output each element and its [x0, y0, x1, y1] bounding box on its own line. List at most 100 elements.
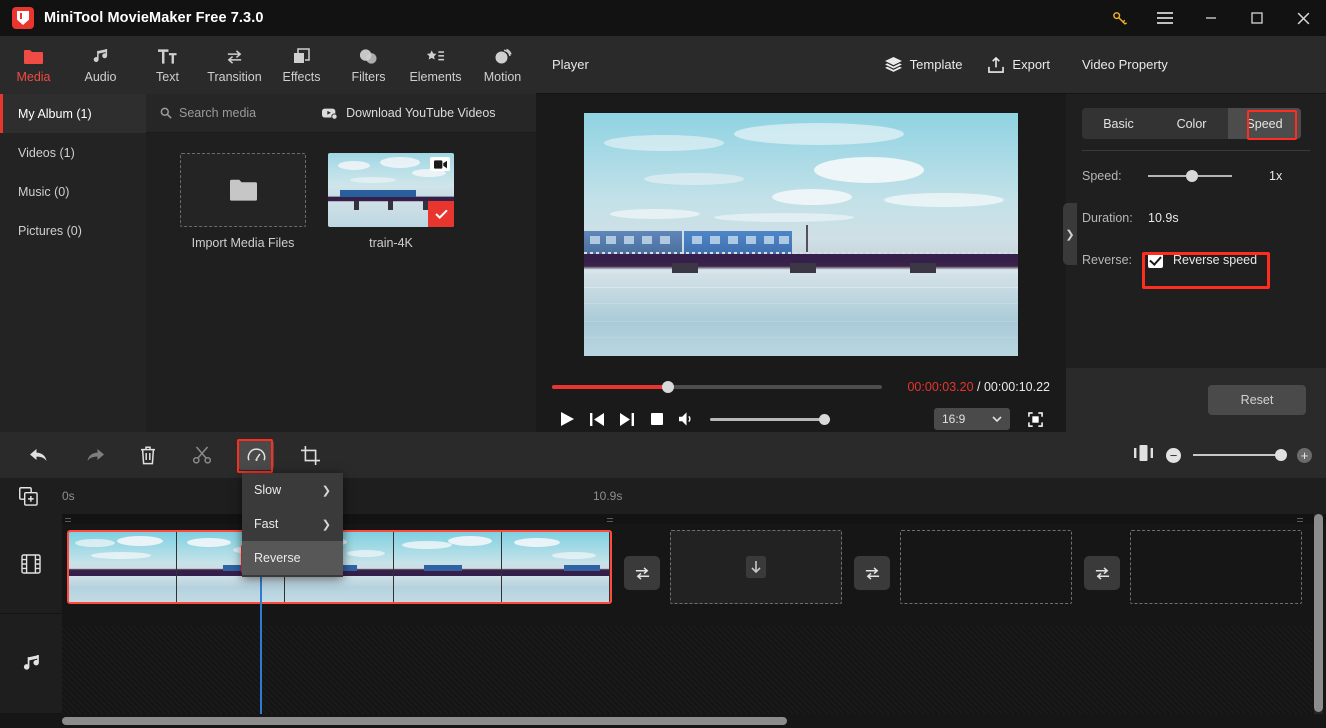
speed-slider[interactable] — [1148, 170, 1232, 182]
delete-button[interactable] — [130, 440, 166, 470]
clip-frame — [69, 532, 178, 602]
tab-transition[interactable]: Transition — [201, 36, 268, 94]
bridge-deck-shape — [584, 251, 1018, 263]
fit-timeline-button[interactable] — [1134, 444, 1154, 466]
vertical-scroll-thumb[interactable] — [1314, 514, 1323, 712]
audio-track-header[interactable] — [0, 614, 62, 714]
media-placeholder-slot[interactable] — [900, 530, 1072, 604]
fullscreen-icon — [1027, 411, 1043, 427]
next-frame-button[interactable] — [612, 406, 642, 432]
download-youtube-button[interactable]: Download YouTube Videos — [322, 106, 496, 120]
redo-button[interactable] — [76, 440, 112, 470]
export-button[interactable]: Export — [988, 56, 1050, 73]
duration-value: 10.9s — [1148, 211, 1179, 225]
minimize-button[interactable] — [1188, 0, 1234, 36]
player-stage — [536, 94, 1066, 374]
speed-knob[interactable] — [1186, 170, 1198, 182]
speed-row: Speed: 1x — [1082, 159, 1310, 193]
cloud-shape — [338, 161, 370, 170]
zoom-knob[interactable] — [1275, 449, 1287, 461]
sidebar-item-my-album[interactable]: My Album (1) — [0, 94, 146, 133]
undo-button[interactable] — [22, 440, 58, 470]
tab-effects[interactable]: Effects — [268, 36, 335, 94]
water-shape — [584, 272, 1018, 356]
timeline-zoom-slider[interactable] — [1193, 449, 1287, 461]
fullscreen-button[interactable] — [1020, 406, 1050, 432]
transition-slot-button[interactable] — [624, 556, 660, 590]
play-button[interactable] — [552, 406, 582, 432]
tab-motion-label: Motion — [483, 69, 522, 84]
motion-sphere-icon — [494, 47, 512, 67]
timeline-vertical-scrollbar[interactable] — [1314, 514, 1323, 714]
media-thumbnail[interactable] — [328, 153, 454, 227]
media-placeholder-slot[interactable] — [670, 530, 842, 604]
speed-dropdown-menu: Slow ❯ Fast ❯ Reverse — [242, 473, 343, 577]
tab-motion[interactable]: Motion — [469, 36, 536, 94]
tab-speed[interactable]: Speed — [1228, 108, 1301, 139]
panel-collapse-handle[interactable]: ❯ — [1063, 203, 1077, 265]
zoom-out-button[interactable]: − — [1166, 447, 1181, 463]
zoom-in-button[interactable]: + — [1297, 447, 1312, 463]
volume-knob[interactable] — [819, 413, 830, 425]
tab-text[interactable]: Text — [134, 36, 201, 94]
import-dropzone[interactable] — [180, 153, 306, 227]
volume-slider[interactable] — [710, 413, 830, 425]
key-icon — [1112, 11, 1127, 25]
previous-frame-button[interactable] — [582, 406, 612, 432]
progress-knob[interactable] — [662, 381, 674, 393]
cloud-shape — [350, 177, 396, 183]
tab-color[interactable]: Color — [1155, 108, 1228, 139]
menu-item-slow[interactable]: Slow ❯ — [242, 473, 343, 507]
template-button[interactable]: Template — [884, 57, 962, 72]
speed-button[interactable] — [238, 440, 274, 470]
tab-media[interactable]: Media — [0, 36, 67, 94]
audio-track-area[interactable] — [62, 626, 1312, 714]
aspect-ratio-value: 16:9 — [942, 412, 966, 426]
tab-elements[interactable]: Elements — [402, 36, 469, 94]
aspect-ratio-select[interactable]: 16:9 — [934, 408, 1010, 430]
reverse-speed-label: Reverse speed — [1173, 253, 1258, 267]
preview-frame[interactable] — [584, 112, 1018, 356]
play-icon — [560, 412, 574, 426]
sidebar-item-music[interactable]: Music (0) — [0, 172, 146, 211]
tab-basic[interactable]: Basic — [1082, 108, 1155, 139]
previous-icon — [590, 412, 604, 426]
playback-progress-slider[interactable] — [552, 381, 882, 393]
tab-audio-label: Audio — [84, 69, 117, 84]
video-track-header[interactable] — [0, 514, 62, 614]
license-key-button[interactable] — [1096, 0, 1142, 36]
cloud-shape — [734, 122, 904, 145]
sidebar-item-pictures[interactable]: Pictures (0) — [0, 211, 146, 250]
tab-audio[interactable]: Audio — [67, 36, 134, 94]
volume-button[interactable] — [672, 406, 702, 432]
split-button[interactable] — [184, 440, 220, 470]
progress-fill — [552, 385, 669, 389]
media-placeholder-slot[interactable] — [1130, 530, 1302, 604]
reverse-speed-checkbox[interactable] — [1148, 252, 1163, 268]
search-input[interactable]: Search media — [160, 106, 256, 120]
transition-arrows-icon — [865, 566, 879, 580]
import-media-cell[interactable]: Import Media Files — [180, 153, 306, 250]
ruler-end-label: 10.9s — [593, 489, 623, 503]
close-button[interactable] — [1280, 0, 1326, 36]
media-asset-cell[interactable]: train-4K — [328, 153, 454, 250]
maximize-button[interactable] — [1234, 0, 1280, 36]
add-track-button[interactable] — [0, 486, 56, 506]
sidebar-item-videos[interactable]: Videos (1) — [0, 133, 146, 172]
tab-filters[interactable]: Filters — [335, 36, 402, 94]
stop-button[interactable] — [642, 406, 672, 432]
menu-item-fast[interactable]: Fast ❯ — [242, 507, 343, 541]
transition-slot-button[interactable] — [854, 556, 890, 590]
reset-button[interactable]: Reset — [1208, 385, 1306, 415]
selected-check-badge[interactable] — [428, 201, 454, 227]
check-icon — [434, 209, 448, 219]
main-menu-button[interactable] — [1142, 0, 1188, 36]
horizontal-scroll-thumb[interactable] — [62, 717, 787, 725]
crop-button[interactable] — [292, 440, 328, 470]
menu-item-reverse[interactable]: Reverse — [242, 541, 343, 575]
property-panel-title: Video Property — [1066, 36, 1326, 94]
reverse-speed-checkbox-group[interactable]: Reverse speed — [1148, 252, 1258, 268]
timeline-horizontal-scrollbar[interactable] — [62, 717, 1312, 725]
redo-arrow-icon — [87, 448, 104, 461]
transition-slot-button[interactable] — [1084, 556, 1120, 590]
